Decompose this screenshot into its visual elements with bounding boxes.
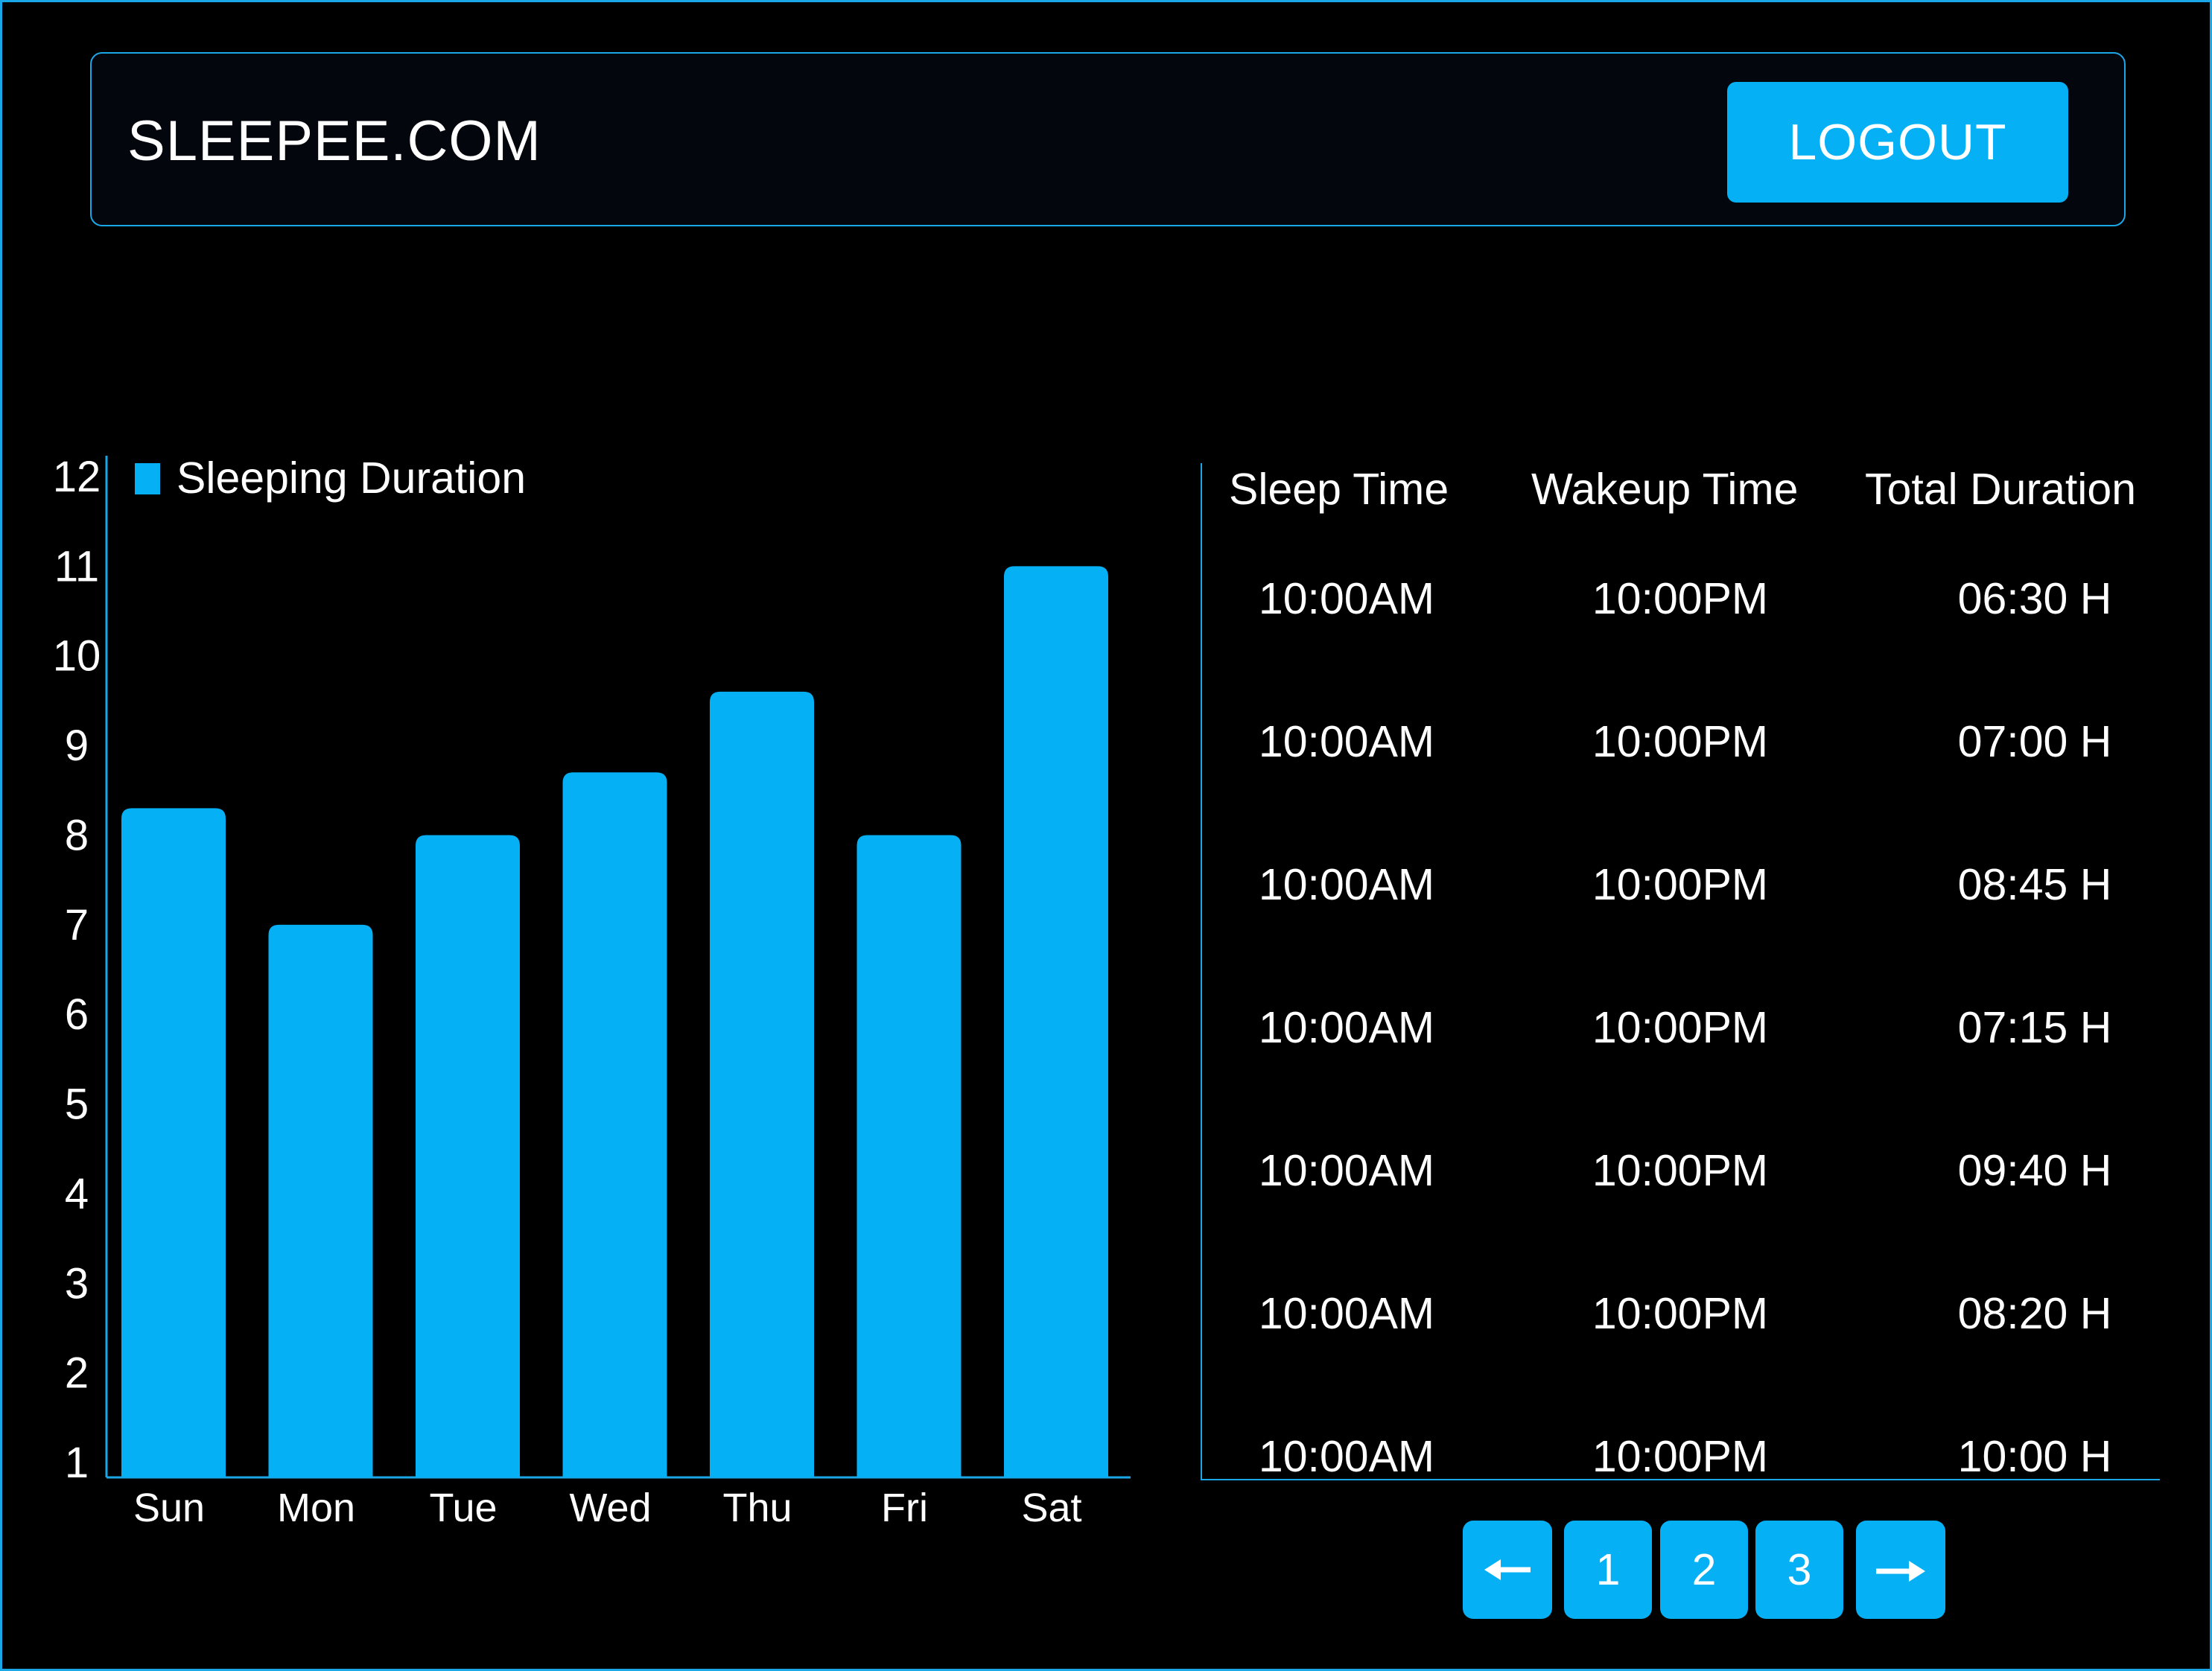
sleep-time-cell: 10:00AM bbox=[1258, 1003, 1435, 1052]
bar-fri bbox=[856, 835, 962, 1477]
y-tick-label: 8 bbox=[65, 811, 89, 859]
sleep-time-cell: 10:00AM bbox=[1258, 1432, 1435, 1481]
x-tick-label: Mon bbox=[277, 1486, 355, 1530]
site-logo-text: SLEEPEE.COM bbox=[127, 109, 541, 173]
wakeup-time-cell: 10:00PM bbox=[1592, 1146, 1769, 1195]
bar-tue bbox=[416, 835, 520, 1477]
x-tick-label: Wed bbox=[569, 1486, 651, 1530]
y-tick-label: 11 bbox=[54, 542, 99, 591]
y-tick-label: 4 bbox=[65, 1170, 89, 1218]
y-tick-label: 3 bbox=[65, 1259, 89, 1308]
sleep-log-table: Sleep Time Wakeup Time Total Duration 10… bbox=[1201, 463, 2160, 1481]
wakeup-time-cell: 10:00PM bbox=[1592, 717, 1769, 766]
y-tick-label: 12 bbox=[53, 453, 101, 501]
column-header-wakeup-time: Wakeup Time bbox=[1531, 465, 1799, 514]
y-tick-label: 10 bbox=[53, 632, 101, 681]
wakeup-time-cell: 10:00PM bbox=[1592, 860, 1769, 909]
legend-swatch bbox=[135, 463, 160, 494]
page-1-button[interactable]: 1 bbox=[1564, 1521, 1652, 1619]
arrow-right-icon bbox=[1876, 1561, 1925, 1582]
sleep-time-cell: 10:00AM bbox=[1258, 574, 1435, 623]
wakeup-time-cell: 10:00PM bbox=[1592, 1003, 1769, 1052]
total-duration-cell: 06:30 H bbox=[1957, 574, 2112, 623]
y-tick-label: 1 bbox=[65, 1439, 89, 1487]
bar-wed bbox=[562, 772, 667, 1477]
arrow-left-icon bbox=[1484, 1559, 1531, 1580]
bar-sat bbox=[1004, 566, 1108, 1477]
next-page-button[interactable] bbox=[1856, 1521, 1945, 1619]
y-tick-label: 2 bbox=[65, 1349, 89, 1398]
sleep-time-cell: 10:00AM bbox=[1258, 860, 1435, 909]
wakeup-time-cell: 10:00PM bbox=[1592, 1289, 1769, 1338]
bar-thu bbox=[710, 691, 814, 1477]
bar-sun bbox=[121, 808, 226, 1477]
sleep-time-cell: 10:00AM bbox=[1258, 1289, 1435, 1338]
x-tick-label: Sat bbox=[1021, 1486, 1081, 1530]
wakeup-time-cell: 10:00PM bbox=[1592, 1432, 1769, 1481]
total-duration-cell: 08:20 H bbox=[1957, 1289, 2112, 1338]
total-duration-cell: 08:45 H bbox=[1957, 860, 2112, 909]
page-3-button[interactable]: 3 bbox=[1755, 1521, 1843, 1619]
bar-mon bbox=[268, 924, 373, 1477]
sleep-time-cell: 10:00AM bbox=[1258, 717, 1435, 766]
sleep-time-cell: 10:00AM bbox=[1258, 1146, 1435, 1195]
x-tick-label: Tue bbox=[429, 1486, 497, 1530]
page-2-button[interactable]: 2 bbox=[1660, 1521, 1748, 1619]
total-duration-cell: 07:15 H bbox=[1957, 1003, 2112, 1052]
y-tick-label: 5 bbox=[65, 1080, 89, 1129]
y-tick-label: 6 bbox=[65, 990, 89, 1039]
column-header-total-duration: Total Duration bbox=[1865, 465, 2137, 514]
x-tick-label: Thu bbox=[722, 1486, 792, 1530]
total-duration-cell: 09:40 H bbox=[1957, 1146, 2112, 1195]
x-tick-label: Sun bbox=[133, 1486, 205, 1530]
y-tick-label: 7 bbox=[65, 901, 89, 949]
legend-label: Sleeping Duration bbox=[177, 453, 526, 503]
total-duration-cell: 10:00 H bbox=[1957, 1432, 2112, 1481]
wakeup-time-cell: 10:00PM bbox=[1592, 574, 1769, 623]
logout-button[interactable]: LOGOUT bbox=[1727, 82, 2068, 203]
total-duration-cell: 07:00 H bbox=[1957, 717, 2112, 766]
y-tick-label: 9 bbox=[65, 722, 89, 770]
prev-page-button[interactable] bbox=[1463, 1521, 1552, 1619]
column-header-sleep-time: Sleep Time bbox=[1229, 465, 1449, 514]
x-tick-label: Fri bbox=[881, 1486, 928, 1530]
sleep-duration-chart: 123456789101112 Sleeping DurationSun Mon Tu… bbox=[53, 453, 1131, 1530]
top-bar: SLEEPEE.COM LOGOUT bbox=[90, 52, 2126, 226]
